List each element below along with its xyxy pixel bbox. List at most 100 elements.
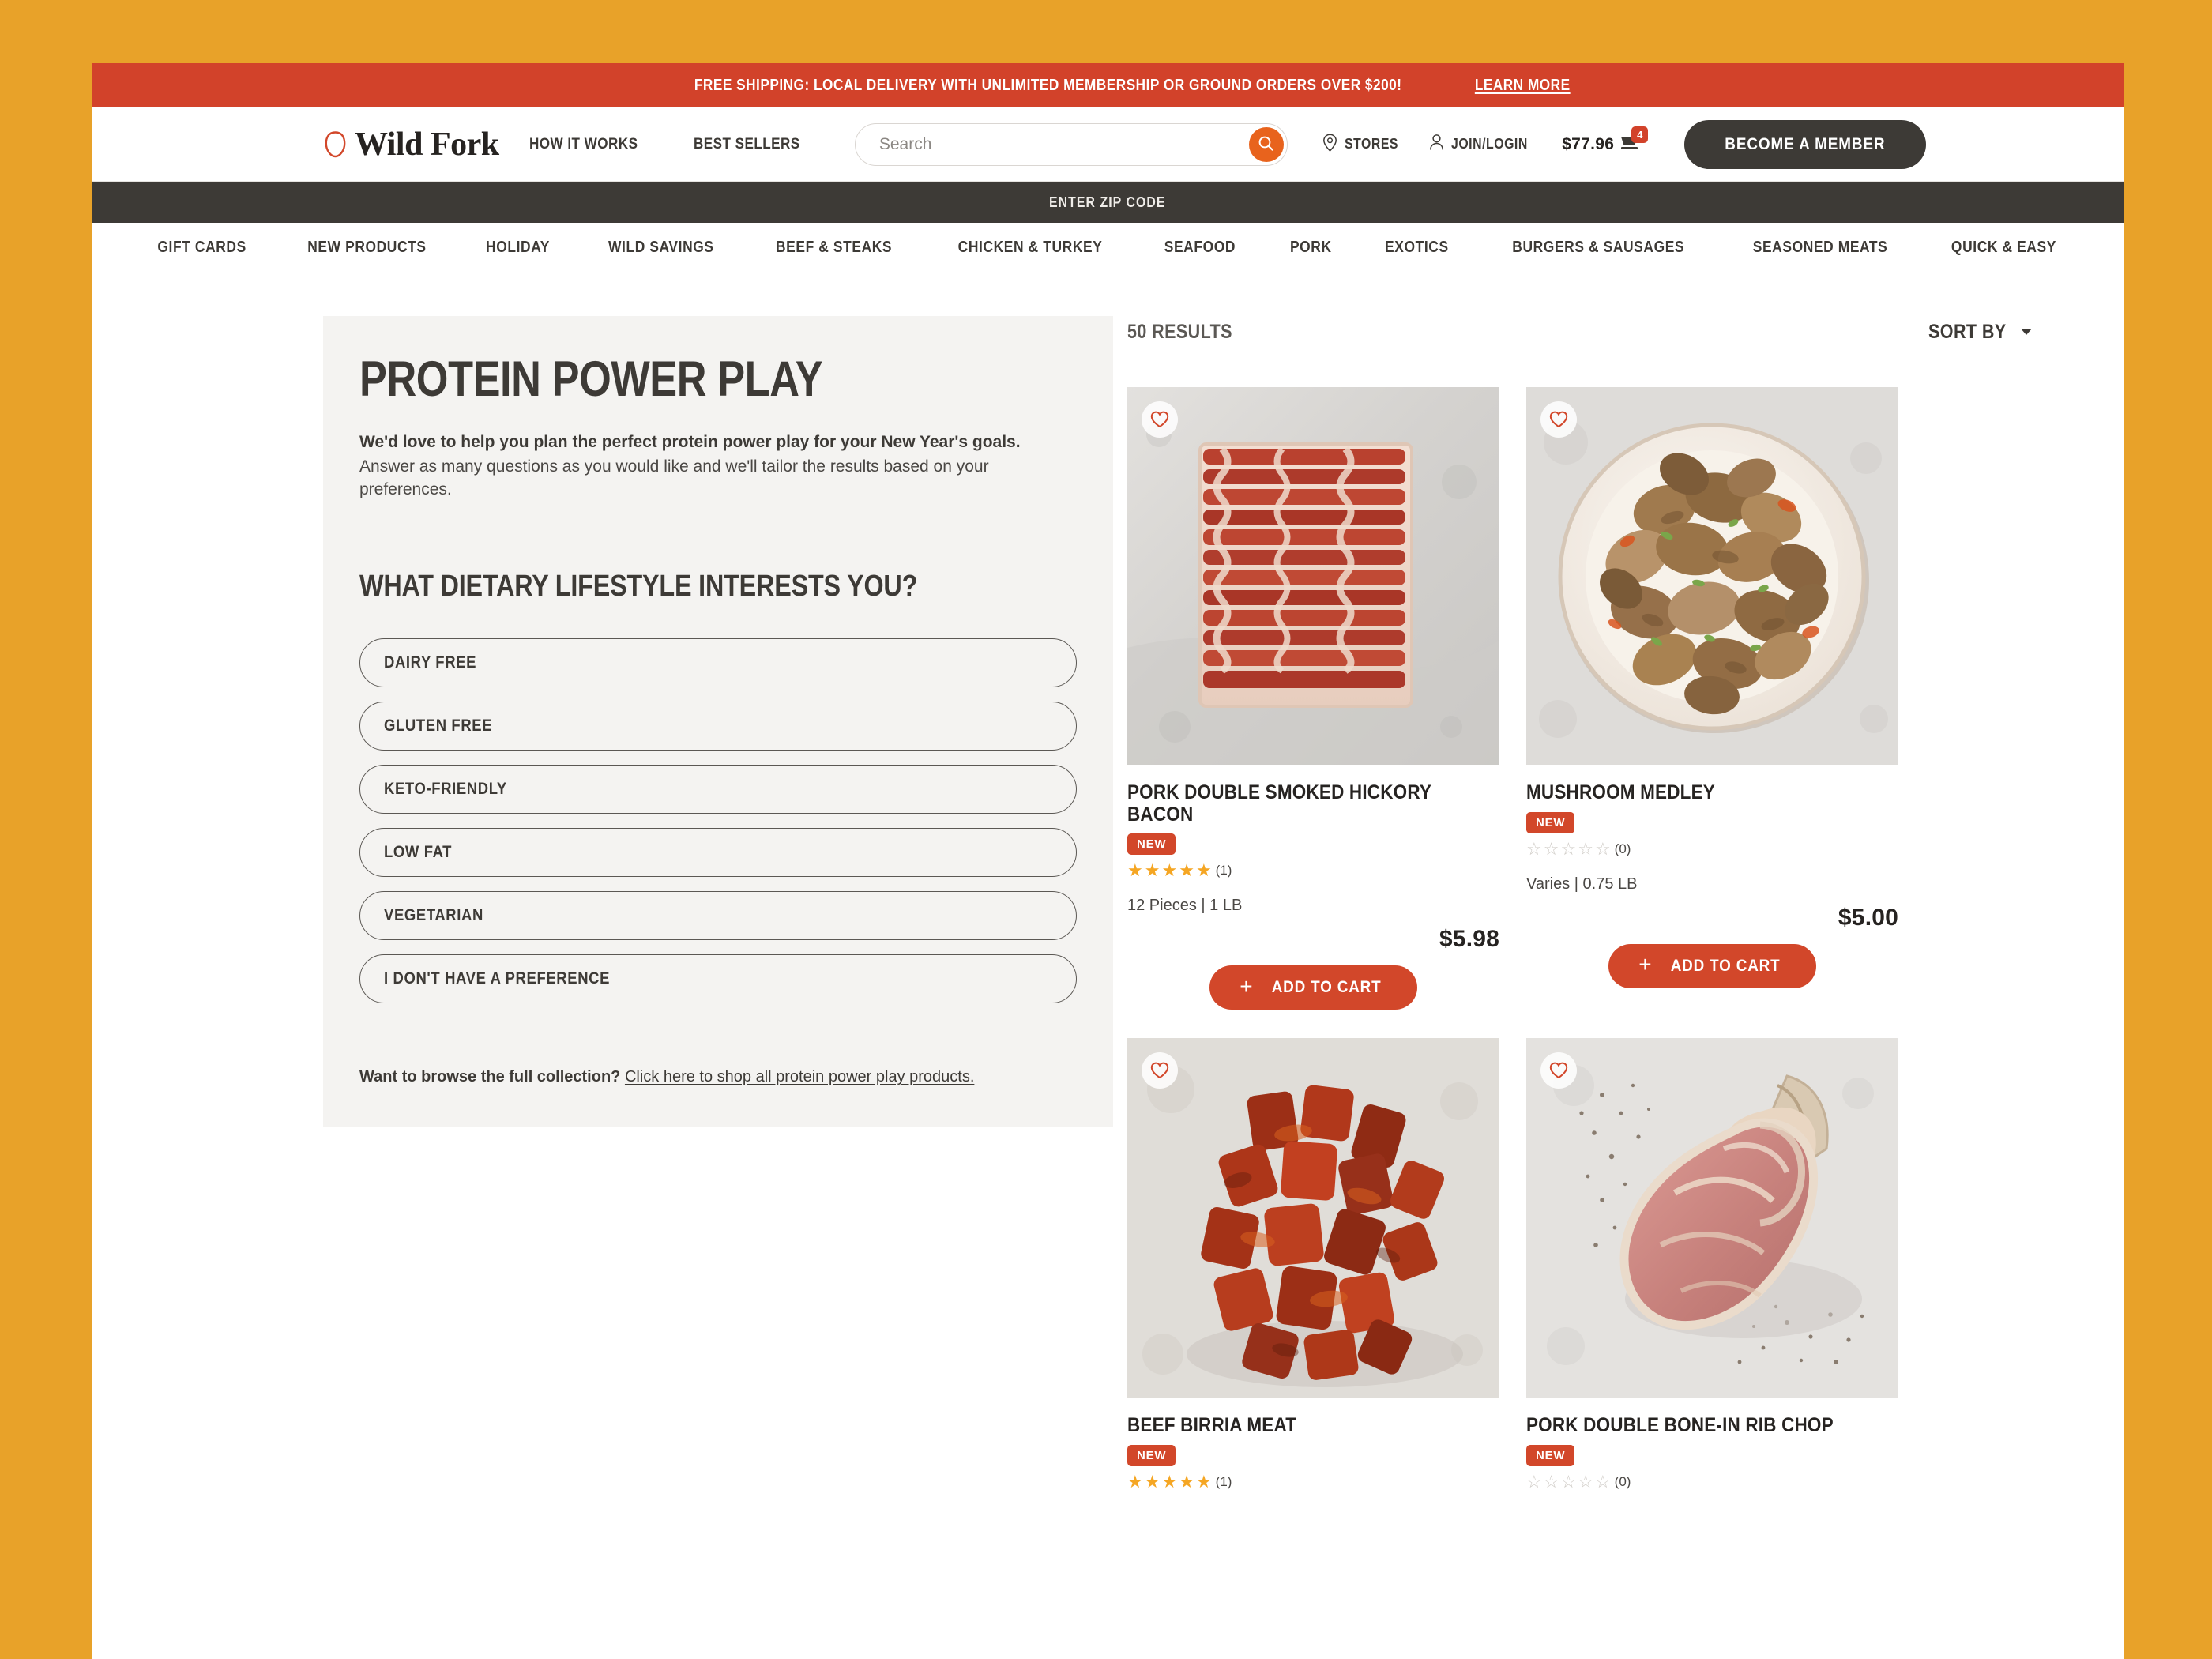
cat-seasoned-meats[interactable]: SEASONED MEATS <box>1720 239 1920 257</box>
star-icon: ☆ <box>1578 1471 1593 1492</box>
cart-button[interactable]: $77.96 4 <box>1562 126 1649 155</box>
product-card[interactable]: MUSHROOM MEDLEY NEW ☆ ☆ ☆ ☆ ☆ (0) Varies… <box>1526 387 1898 1010</box>
promo-learn-more-link[interactable]: LEARN MORE <box>1475 77 1571 95</box>
cat-chicken-and-turkey[interactable]: CHICKEN & TURKEY <box>924 239 1136 257</box>
product-card[interactable]: BEEF BIRRIA MEAT NEW ★ ★ ★ ★ ★ (1) <box>1127 1038 1499 1491</box>
cat-gift-cards[interactable]: GIFT CARDS <box>128 239 276 257</box>
star-icon: ★ <box>1144 1471 1161 1492</box>
cat-wild-savings[interactable]: WILD SAVINGS <box>577 239 745 257</box>
heart-icon <box>1549 1062 1568 1079</box>
promo-banner-text: FREE SHIPPING: LOCAL DELIVERY WITH UNLIM… <box>694 76 1402 94</box>
quiz-question: WHAT DIETARY LIFESTYLE INTERESTS YOU? <box>359 570 918 604</box>
site-header: Wild Fork HOW IT WORKS BEST SELLERS Sear… <box>92 107 2124 182</box>
search-input[interactable] <box>854 122 1288 166</box>
star-icon: ★ <box>1127 860 1143 880</box>
product-card[interactable]: PORK DOUBLE BONE-IN RIB CHOP NEW ☆ ☆ ☆ ☆… <box>1526 1038 1898 1491</box>
become-a-member-button[interactable]: BECOME A MEMBER <box>1684 119 1926 169</box>
page-title: PROTEIN POWER PLAY <box>359 352 823 407</box>
option-gluten-free[interactable]: GLUTEN FREE <box>359 702 1077 751</box>
cat-seafood[interactable]: SEAFOOD <box>1136 239 1264 257</box>
plus-icon: + <box>1638 952 1653 976</box>
option-vegetarian[interactable]: VEGETARIAN <box>359 891 1077 941</box>
star-icon: ★ <box>1195 1471 1212 1492</box>
product-image-bacon[interactable] <box>1127 387 1499 765</box>
nav-best-sellers[interactable]: BEST SELLERS <box>694 136 800 153</box>
add-to-cart-row: + ADD TO CART <box>1127 965 1499 1010</box>
quiz-options: DAIRY FREE GLUTEN FREE KETO-FRIENDLY LOW… <box>359 638 1077 1004</box>
sort-by-dropdown[interactable]: SORT BY <box>1922 321 2032 344</box>
star-icon: ☆ <box>1526 838 1542 859</box>
star-icon: ★ <box>1195 860 1212 880</box>
cat-new-products[interactable]: NEW PRODUCTS <box>276 239 458 257</box>
status-badge: NEW <box>1127 1444 1176 1466</box>
quiz-lead-text: We'd love to help you plan the perfect p… <box>359 433 1021 452</box>
browse-full-collection: Want to browse the full collection? Clic… <box>359 1068 1077 1086</box>
product-title[interactable]: BEEF BIRRIA MEAT <box>1127 1414 1499 1437</box>
cat-burgers-and-sausages[interactable]: BURGERS & SAUSAGES <box>1477 239 1720 257</box>
star-icon: ★ <box>1144 860 1161 880</box>
add-to-cart-button[interactable]: + ADD TO CART <box>1209 965 1417 1010</box>
product-price: $5.98 <box>1439 926 1499 952</box>
rating: ☆ ☆ ☆ ☆ ☆ (0) <box>1526 838 1898 859</box>
product-meta: Varies | 0.75 LB <box>1526 875 1638 893</box>
heart-icon <box>1150 411 1169 428</box>
add-to-cart-label: ADD TO CART <box>1670 956 1781 975</box>
chevron-down-icon <box>2021 329 2032 335</box>
product-grid: PORK DOUBLE SMOKED HICKORY BACON NEW ★ ★… <box>1127 387 2037 1491</box>
nav-how-it-works[interactable]: HOW IT WORKS <box>529 136 638 153</box>
cat-quick-and-easy[interactable]: QUICK & EASY <box>1920 239 2087 257</box>
logo[interactable]: Wild Fork <box>325 128 499 161</box>
option-dairy-free[interactable]: DAIRY FREE <box>359 638 1077 688</box>
top-nav: HOW IT WORKS BEST SELLERS <box>529 136 812 153</box>
product-image-mushroom-medley[interactable] <box>1526 387 1898 765</box>
browse-collection-link[interactable]: Click here to shop all protein power pla… <box>625 1068 974 1085</box>
plus-icon: + <box>1240 973 1254 999</box>
heart-icon <box>1150 1062 1169 1079</box>
status-badge: NEW <box>1127 833 1176 855</box>
option-keto-friendly[interactable]: KETO-FRIENDLY <box>359 765 1077 814</box>
product-title[interactable]: PORK DOUBLE SMOKED HICKORY BACON <box>1127 781 1499 826</box>
search-button[interactable] <box>1248 126 1284 162</box>
location-pin-icon <box>1322 133 1337 156</box>
stores-link[interactable]: STORES <box>1322 133 1405 156</box>
browse-prompt-text: Want to browse the full collection? <box>359 1068 621 1086</box>
cart-badge: 4 <box>1631 126 1649 143</box>
review-count: (0) <box>1614 841 1631 856</box>
page-content: PROTEIN POWER PLAY We'd love to help you… <box>92 273 2124 1491</box>
cat-holiday[interactable]: HOLIDAY <box>458 239 577 257</box>
quiz-sub-text: Answer as many questions as you would li… <box>359 457 989 499</box>
review-count: (1) <box>1215 863 1232 878</box>
star-icon: ☆ <box>1594 1471 1611 1492</box>
product-image-beef-birria[interactable] <box>1127 1038 1499 1398</box>
results-count: 50 RESULTS <box>1127 320 1232 343</box>
product-title[interactable]: MUSHROOM MEDLEY <box>1526 781 1898 804</box>
results-header: 50 RESULTS SORT BY <box>1127 316 2037 348</box>
review-count: (0) <box>1614 1473 1631 1489</box>
product-card[interactable]: PORK DOUBLE SMOKED HICKORY BACON NEW ★ ★… <box>1127 387 1499 1010</box>
cat-beef-and-steaks[interactable]: BEEF & STEAKS <box>744 239 924 257</box>
star-icon: ☆ <box>1543 1471 1559 1492</box>
option-no-preference[interactable]: I DON'T HAVE A PREFERENCE <box>359 954 1077 1004</box>
product-price: $5.00 <box>1838 904 1898 931</box>
account-link[interactable]: JOIN/LOGIN <box>1429 134 1538 155</box>
product-title[interactable]: PORK DOUBLE BONE-IN RIB CHOP <box>1526 1414 1898 1437</box>
star-icon: ★ <box>1161 1471 1178 1492</box>
favorite-button[interactable] <box>1540 1052 1577 1089</box>
product-image-pork-rib-chop[interactable] <box>1526 1038 1898 1398</box>
add-to-cart-button[interactable]: + ADD TO CART <box>1608 943 1816 988</box>
cat-pork[interactable]: PORK <box>1264 239 1358 257</box>
status-badge: NEW <box>1526 1444 1575 1466</box>
product-meta: 12 Pieces | 1 LB <box>1127 897 1243 914</box>
enter-zip-code-button[interactable]: ENTER ZIP CODE <box>1049 194 1165 211</box>
rating: ★ ★ ★ ★ ★ (1) <box>1127 1473 1499 1491</box>
add-to-cart-label: ADD TO CART <box>1271 978 1382 996</box>
wild-fork-shield-icon <box>325 130 346 158</box>
star-icon: ☆ <box>1578 838 1593 859</box>
favorite-button[interactable] <box>1142 1052 1178 1089</box>
favorite-button[interactable] <box>1540 401 1577 438</box>
user-icon <box>1429 134 1444 155</box>
favorite-button[interactable] <box>1142 401 1178 438</box>
search-icon <box>1258 135 1274 154</box>
option-low-fat[interactable]: LOW FAT <box>359 828 1077 878</box>
cat-exotics[interactable]: EXOTICS <box>1357 239 1477 257</box>
